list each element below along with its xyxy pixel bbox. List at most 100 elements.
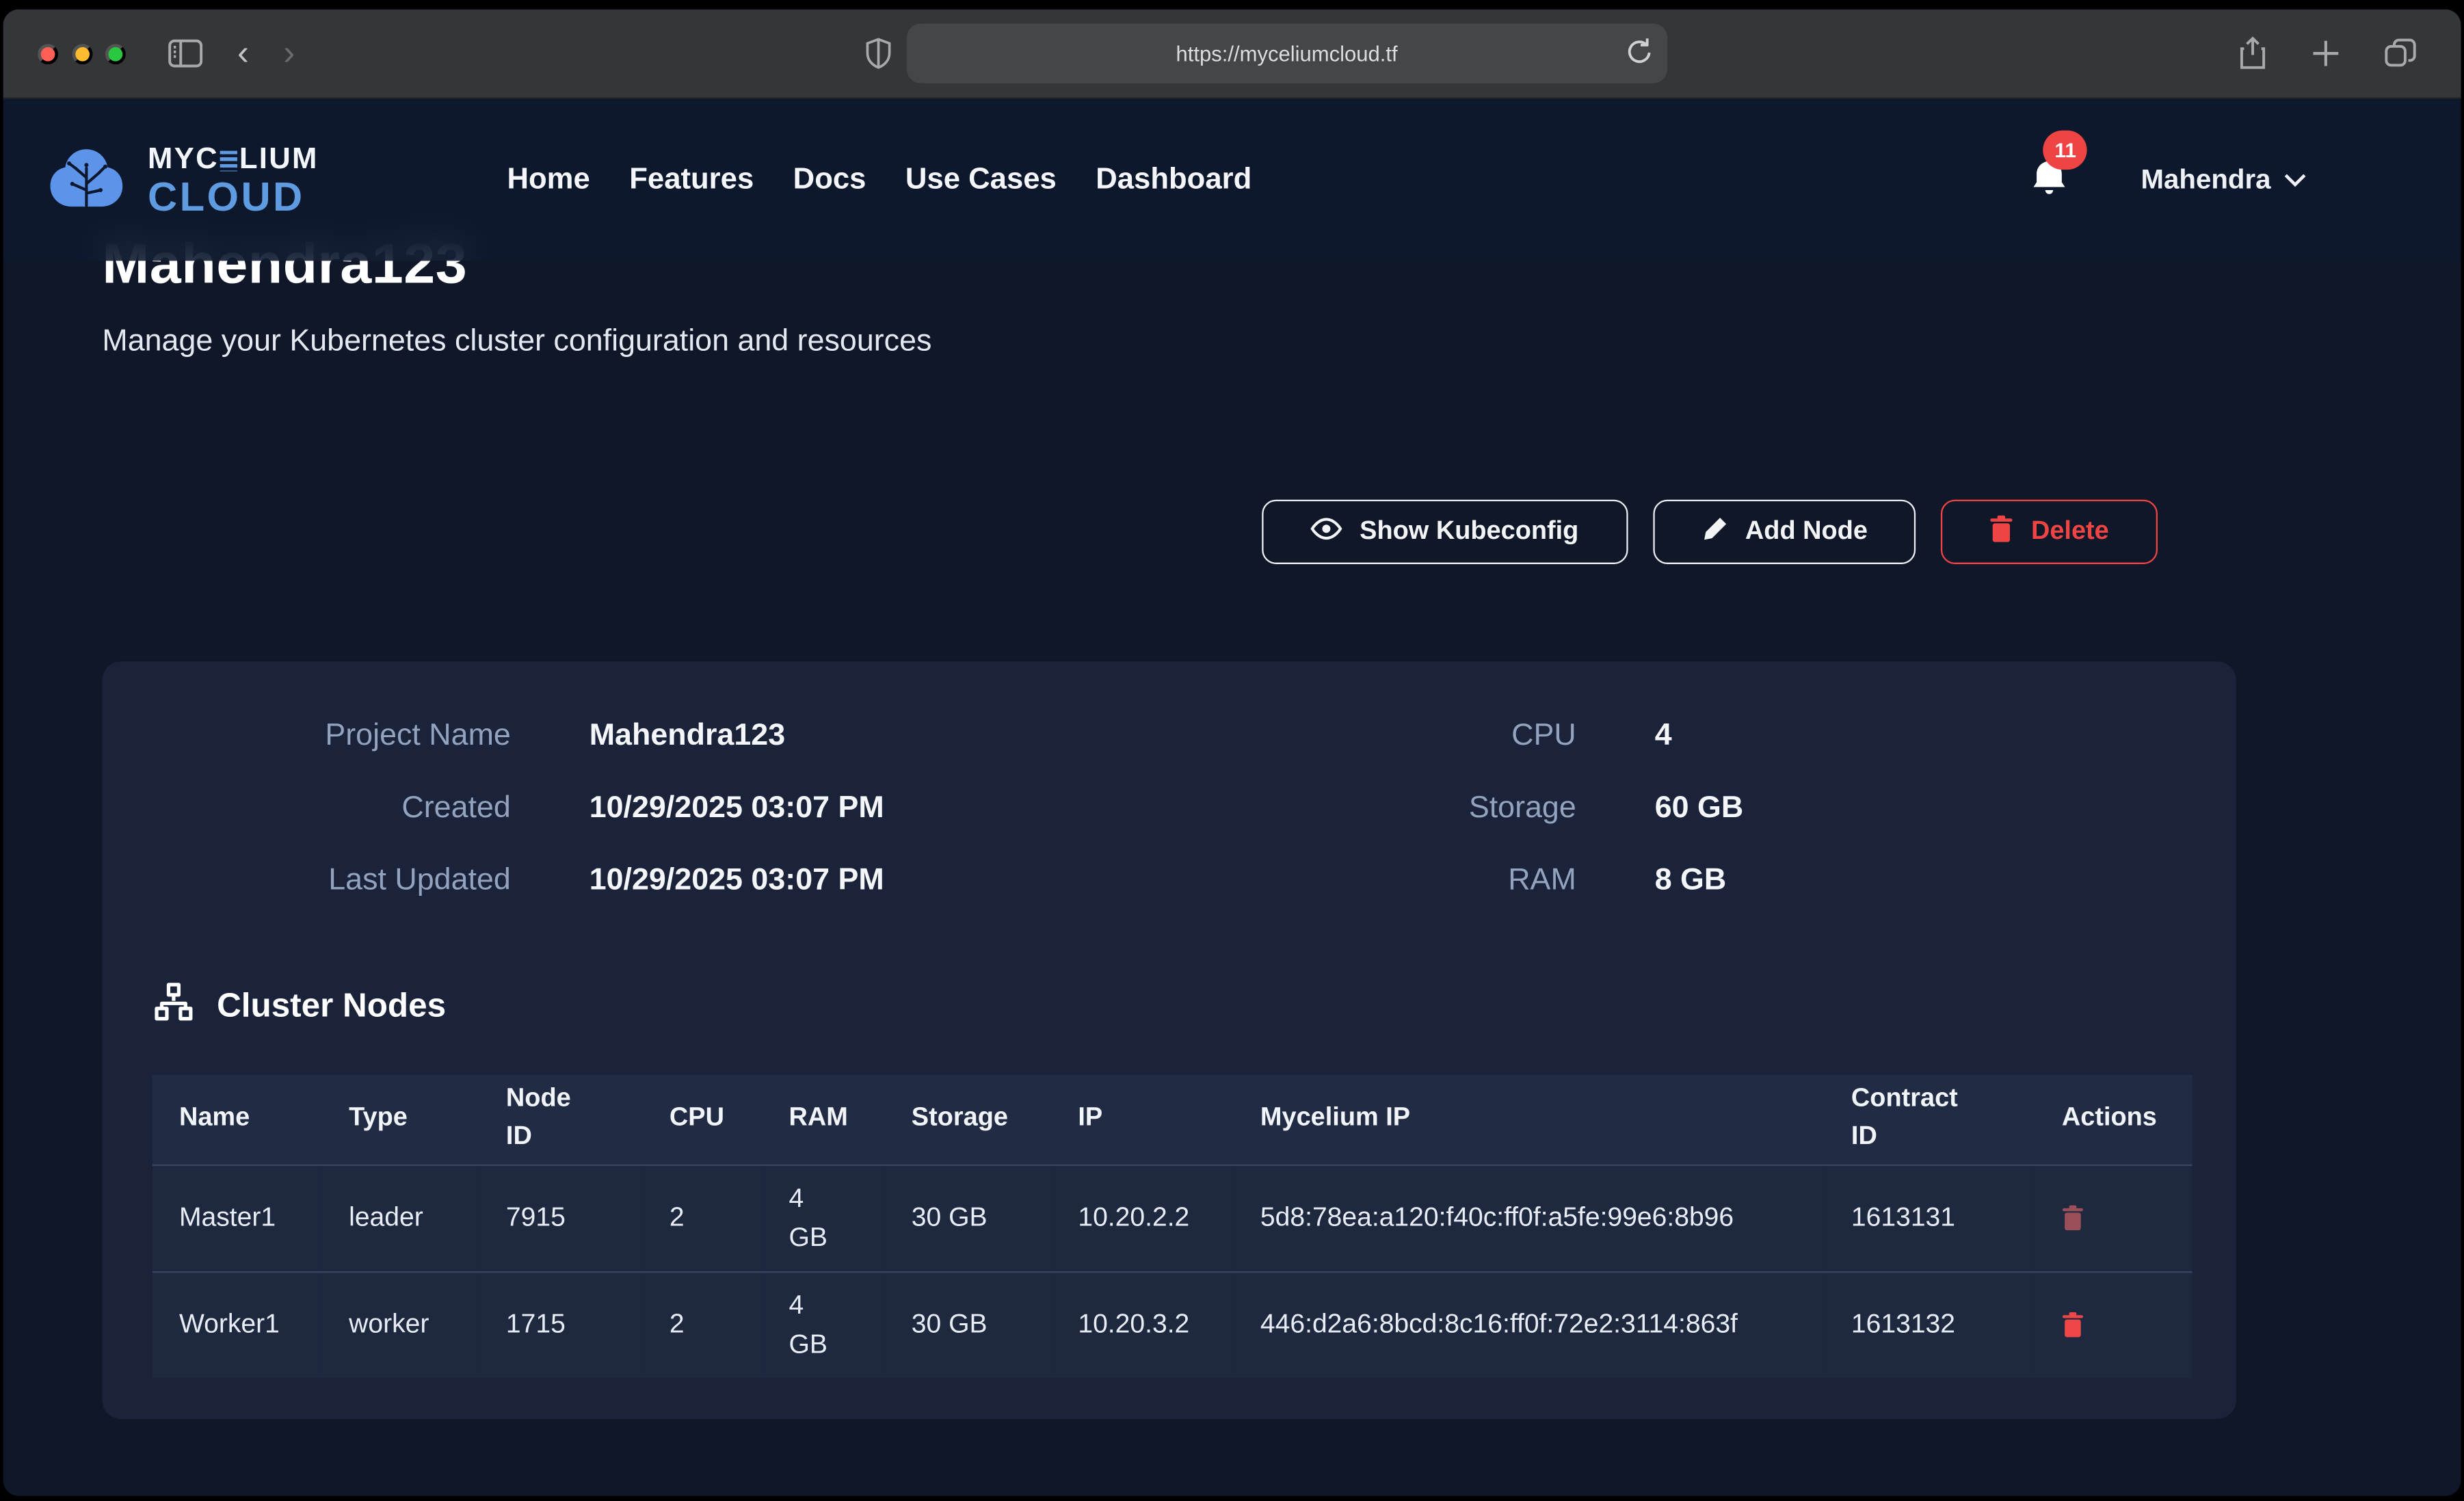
cell-cpu: 2 — [643, 1165, 763, 1271]
cluster-nodes-table: Name Type Node ID CPU RAM Storage IP Myc… — [153, 1075, 2193, 1377]
cell-type: leader — [322, 1165, 479, 1271]
nav-item-use-cases[interactable]: Use Cases — [905, 163, 1057, 198]
share-icon[interactable] — [2238, 36, 2268, 72]
page-body: Mahendra123 Manage your Kubernetes clust… — [3, 99, 2461, 1496]
chevron-down-icon — [2283, 173, 2307, 187]
column-header-cpu: CPU — [643, 1075, 763, 1165]
eye-icon — [1311, 516, 1342, 548]
info-label: Last Updated — [153, 844, 511, 916]
column-header-contract-id: Contract ID — [1825, 1075, 2035, 1165]
main-content: Mahendra123 Manage your Kubernetes clust… — [3, 99, 2461, 1418]
nav-item-docs[interactable]: Docs — [793, 163, 866, 198]
cell-type: worker — [322, 1271, 479, 1377]
delete-node-button[interactable] — [2062, 1205, 2084, 1230]
column-header-ip: IP — [1051, 1075, 1234, 1165]
column-header-actions: Actions — [2035, 1075, 2193, 1165]
cell-storage: 30 GB — [885, 1271, 1052, 1377]
cluster-nodes-heading: Cluster Nodes — [217, 987, 446, 1026]
cell-ram: 4 GB — [762, 1165, 884, 1271]
browser-toolbar: ‹ › https://myceliumcloud.tf — [3, 10, 2461, 99]
close-window-button[interactable] — [38, 43, 58, 64]
brand-e-glyph — [220, 150, 237, 170]
cell-actions — [2035, 1165, 2193, 1271]
cluster-info-grid: Project Name Mahendra123 CPU 4 Created 1… — [153, 700, 2186, 916]
user-name: Mahendra — [2141, 163, 2271, 196]
table-header-row: Name Type Node ID CPU RAM Storage IP Myc… — [153, 1075, 2193, 1165]
info-label: Storage — [1218, 771, 1576, 844]
brand-part1: MYC — [148, 144, 219, 174]
cluster-nodes-icon — [153, 982, 195, 1031]
cell-contract-id: 1613131 — [1825, 1165, 2035, 1271]
cell-storage: 30 GB — [885, 1165, 1052, 1271]
minimize-window-button[interactable] — [72, 43, 92, 64]
mycelium-cloud-logo-icon — [47, 146, 126, 215]
back-icon[interactable]: ‹ — [237, 36, 249, 71]
cell-node-id: 1715 — [479, 1271, 643, 1377]
cell-mycelium-ip: 5d8:78ea:a120:f40c:ff0f:a5fe:99e6:8b96 — [1234, 1165, 1825, 1271]
address-bar[interactable]: https://myceliumcloud.tf — [906, 23, 1667, 83]
brand-logo[interactable]: MYC LIUM CLOUD — [47, 144, 319, 216]
privacy-shield-icon[interactable] — [866, 38, 891, 69]
column-header-ram: RAM — [762, 1075, 884, 1165]
notification-badge: 11 — [2043, 130, 2087, 169]
info-value: 10/29/2025 03:07 PM — [589, 844, 1139, 916]
add-node-label: Add Node — [1745, 517, 1868, 547]
brand-part2: LIUM — [239, 144, 319, 174]
cell-ram: 4 GB — [762, 1271, 884, 1377]
info-label: CPU — [1218, 700, 1576, 772]
notifications-button[interactable]: 11 — [2031, 155, 2069, 205]
user-menu[interactable]: Mahendra — [2141, 163, 2307, 196]
info-value: 8 GB — [1655, 844, 2186, 916]
info-label: RAM — [1218, 844, 1576, 916]
sidebar-toggle-icon[interactable] — [168, 39, 203, 67]
delete-label: Delete — [2031, 517, 2109, 547]
brand-wordmark: MYC LIUM CLOUD — [148, 144, 319, 216]
show-kubeconfig-label: Show Kubeconfig — [1360, 517, 1578, 547]
site-navbar: MYC LIUM CLOUD Home Features Docs Use Cas… — [3, 99, 2461, 261]
delete-cluster-button[interactable]: Delete — [1942, 500, 2158, 564]
table-row: Master1 leader 7915 2 4 GB 30 GB 10.20.2… — [153, 1165, 2193, 1271]
nav-item-home[interactable]: Home — [507, 163, 589, 198]
cell-name: Worker1 — [153, 1271, 322, 1377]
column-header-mycelium-ip: Mycelium IP — [1234, 1075, 1825, 1165]
column-header-type: Type — [322, 1075, 479, 1165]
forward-icon[interactable]: › — [283, 36, 295, 71]
info-value: Mahendra123 — [589, 700, 1139, 772]
column-header-name: Name — [153, 1075, 322, 1165]
table-row: Worker1 worker 1715 2 4 GB 30 GB 10.20.3… — [153, 1271, 2193, 1377]
nav-links: Home Features Docs Use Cases Dashboard — [507, 163, 1251, 198]
cell-name: Master1 — [153, 1165, 322, 1271]
info-label: Project Name — [153, 700, 511, 772]
info-value: 60 GB — [1655, 771, 2186, 844]
show-kubeconfig-button[interactable]: Show Kubeconfig — [1262, 500, 1628, 564]
nav-item-features[interactable]: Features — [629, 163, 754, 198]
cell-contract-id: 1613132 — [1825, 1271, 2035, 1377]
tab-overview-icon[interactable] — [2384, 38, 2417, 69]
info-label: Created — [153, 771, 511, 844]
url-text: https://myceliumcloud.tf — [1176, 42, 1398, 65]
cell-cpu: 2 — [643, 1271, 763, 1377]
cell-ip: 10.20.3.2 — [1051, 1271, 1234, 1377]
cluster-details-card: Project Name Mahendra123 CPU 4 Created 1… — [102, 661, 2236, 1418]
delete-node-button[interactable] — [2062, 1312, 2084, 1338]
zoom-window-button[interactable] — [105, 43, 126, 64]
cell-ip: 10.20.2.2 — [1051, 1165, 1234, 1271]
browser-window: ‹ › https://myceliumcloud.tf — [3, 10, 2461, 1496]
trash-icon — [2062, 1312, 2084, 1338]
add-node-button[interactable]: Add Node — [1652, 500, 1916, 564]
info-value: 10/29/2025 03:07 PM — [589, 771, 1139, 844]
pencil-icon — [1701, 515, 1728, 550]
cell-node-id: 7915 — [479, 1165, 643, 1271]
column-header-storage: Storage — [885, 1075, 1052, 1165]
nav-item-dashboard[interactable]: Dashboard — [1096, 163, 1251, 198]
cell-mycelium-ip: 446:d2a6:8bcd:8c16:ff0f:72e2:3114:863f — [1234, 1271, 1825, 1377]
cluster-actions: Show Kubeconfig Add Node — [102, 500, 2236, 564]
new-tab-icon[interactable] — [2310, 38, 2342, 69]
page-subtitle: Manage your Kubernetes cluster configura… — [102, 323, 2236, 360]
window-controls — [38, 43, 126, 64]
column-header-node-id: Node ID — [479, 1075, 643, 1165]
reload-icon[interactable] — [1626, 36, 1653, 74]
trash-icon — [2062, 1205, 2084, 1230]
brand-cloud: CLOUD — [148, 175, 319, 216]
cell-actions — [2035, 1271, 2193, 1377]
